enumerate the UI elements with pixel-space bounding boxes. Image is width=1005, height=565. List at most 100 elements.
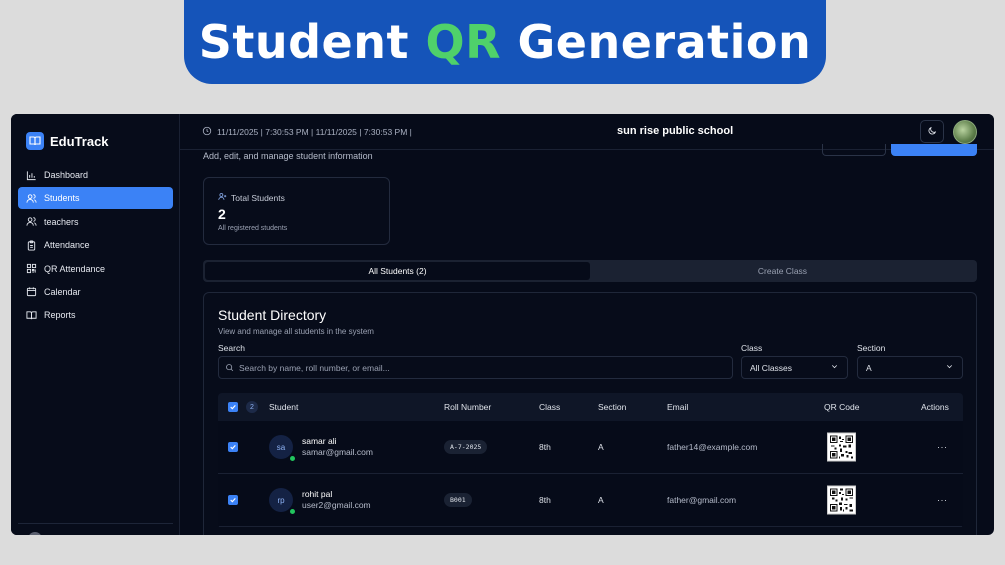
moon-icon (927, 123, 937, 141)
tab-all-students[interactable]: All Students (2) (205, 262, 590, 280)
search-field[interactable] (218, 356, 733, 379)
table-row[interactable]: rp rohit pal user2@gmail.com B001 8th A … (218, 474, 963, 527)
qr-code-image[interactable] (827, 485, 856, 515)
student-name: rohit pal (302, 489, 333, 499)
selected-count-badge: 2 (246, 401, 258, 413)
sidebar-footer (18, 523, 173, 535)
sidebar-item-label: Students (44, 193, 80, 204)
row-actions-button[interactable]: ··· (937, 495, 948, 505)
student-email: samar@gmail.com (302, 447, 373, 457)
student-email: user2@gmail.com (302, 500, 371, 510)
primary-action-button[interactable] (891, 144, 977, 156)
chevron-down-icon (945, 362, 954, 373)
student-avatar: sa (269, 435, 293, 459)
table-row[interactable]: sa samar ali samar@gmail.com A-7-2025 8t… (218, 421, 963, 474)
row-checkbox[interactable] (228, 495, 238, 505)
qr-code-image[interactable] (827, 432, 856, 462)
directory-title: Student Directory (218, 307, 327, 323)
banner-title-text: Student (198, 15, 426, 69)
book-open-icon (26, 132, 44, 150)
sidebar-item-label: Attendance (44, 240, 90, 251)
title-banner: Student QR Generation (184, 0, 826, 84)
book-icon (26, 310, 37, 321)
user-plus-icon (218, 192, 227, 203)
section-select[interactable]: A (857, 356, 963, 379)
roll-number-badge: B001 (444, 493, 472, 507)
section-cell: A (598, 495, 604, 505)
bar-chart-icon (26, 170, 37, 181)
app-name: EduTrack (50, 133, 109, 149)
qr-code-icon (26, 263, 37, 274)
sidebar-item-reports[interactable]: Reports (18, 304, 173, 326)
search-icon (225, 359, 234, 377)
calendar-icon (26, 286, 37, 297)
header-roll-number: Roll Number (444, 402, 492, 412)
roll-number-badge: A-7-2025 (444, 440, 488, 454)
stat-value: 2 (218, 206, 226, 222)
school-name: sun rise public school (617, 125, 734, 137)
profile-avatar[interactable] (953, 120, 977, 144)
search-label: Search (218, 343, 245, 353)
sidebar-item-label: QR Attendance (44, 263, 106, 274)
page-subtitle: Add, edit, and manage student informatio… (203, 151, 373, 161)
header-class: Class (539, 402, 561, 412)
secondary-action-button[interactable] (822, 144, 886, 156)
sidebar-item-teachers[interactable]: teachers (18, 211, 173, 233)
header-actions: Actions (921, 402, 949, 412)
sidebar: EduTrack Dashboard Students teachers Att… (11, 114, 180, 535)
stat-subtext: All registered students (218, 225, 288, 232)
logo[interactable]: EduTrack (26, 132, 109, 150)
row-actions-button[interactable]: ··· (937, 442, 948, 452)
sidebar-item-calendar[interactable]: Calendar (18, 281, 173, 303)
stat-label-text: Total Students (231, 192, 285, 203)
table-header: 2 Student Roll Number Class Section Emai… (218, 393, 963, 421)
class-cell: 8th (539, 495, 551, 505)
search-input[interactable] (239, 362, 719, 373)
parent-email-cell: father@gmail.com (667, 495, 737, 505)
users-icon (26, 193, 37, 204)
chevron-down-icon (830, 362, 839, 373)
student-info: rohit pal user2@gmail.com (302, 489, 371, 511)
datetime-text: 11/11/2025 | 7:30:53 PM | 11/11/2025 | 7… (217, 127, 412, 137)
sidebar-item-qr-attendance[interactable]: QR Attendance (18, 258, 173, 280)
parent-email-cell: father14@example.com (667, 442, 758, 452)
banner-title-accent: QR (425, 15, 502, 69)
theme-toggle-button[interactable] (920, 120, 944, 143)
student-directory-card: Student Directory View and manage all st… (203, 292, 977, 535)
class-select[interactable]: All Classes (741, 356, 848, 379)
row-checkbox[interactable] (228, 442, 238, 452)
select-all-checkbox[interactable] (228, 402, 238, 412)
class-label: Class (741, 343, 763, 353)
header-qr-code: QR Code (824, 402, 860, 412)
sidebar-item-label: teachers (44, 216, 79, 227)
online-status-dot (290, 456, 295, 461)
student-avatar: rp (269, 488, 293, 512)
header-student: Student (269, 402, 299, 412)
header-section: Section (598, 402, 627, 412)
directory-subtitle: View and manage all students in the syst… (218, 327, 374, 336)
user-group-icon (26, 216, 37, 227)
section-select-value: A (866, 362, 872, 373)
sidebar-item-attendance[interactable]: Attendance (18, 234, 173, 256)
header-email: Email (667, 402, 689, 412)
sidebar-item-students[interactable]: Students (18, 187, 173, 210)
student-info: samar ali samar@gmail.com (302, 436, 373, 458)
stat-label: Total Students (218, 192, 285, 203)
banner-title-text-end: Generation (501, 15, 812, 69)
class-cell: 8th (539, 442, 551, 452)
tab-create-class[interactable]: Create Class (590, 262, 975, 280)
class-select-value: All Classes (750, 362, 793, 373)
online-status-dot (290, 509, 295, 514)
user-avatar[interactable] (28, 532, 42, 535)
sidebar-nav: Dashboard Students teachers Attendance Q… (18, 164, 173, 328)
clock-icon (202, 126, 212, 138)
sidebar-item-dashboard[interactable]: Dashboard (18, 164, 173, 186)
section-cell: A (598, 442, 604, 452)
section-label: Section (857, 343, 886, 353)
student-name: samar ali (302, 436, 337, 446)
main-content: Add, edit, and manage student informatio… (180, 144, 994, 535)
total-students-card: Total Students 2 All registered students (203, 177, 390, 245)
clipboard-icon (26, 240, 37, 251)
sidebar-item-label: Dashboard (44, 170, 89, 180)
students-table: 2 Student Roll Number Class Section Emai… (218, 393, 963, 528)
